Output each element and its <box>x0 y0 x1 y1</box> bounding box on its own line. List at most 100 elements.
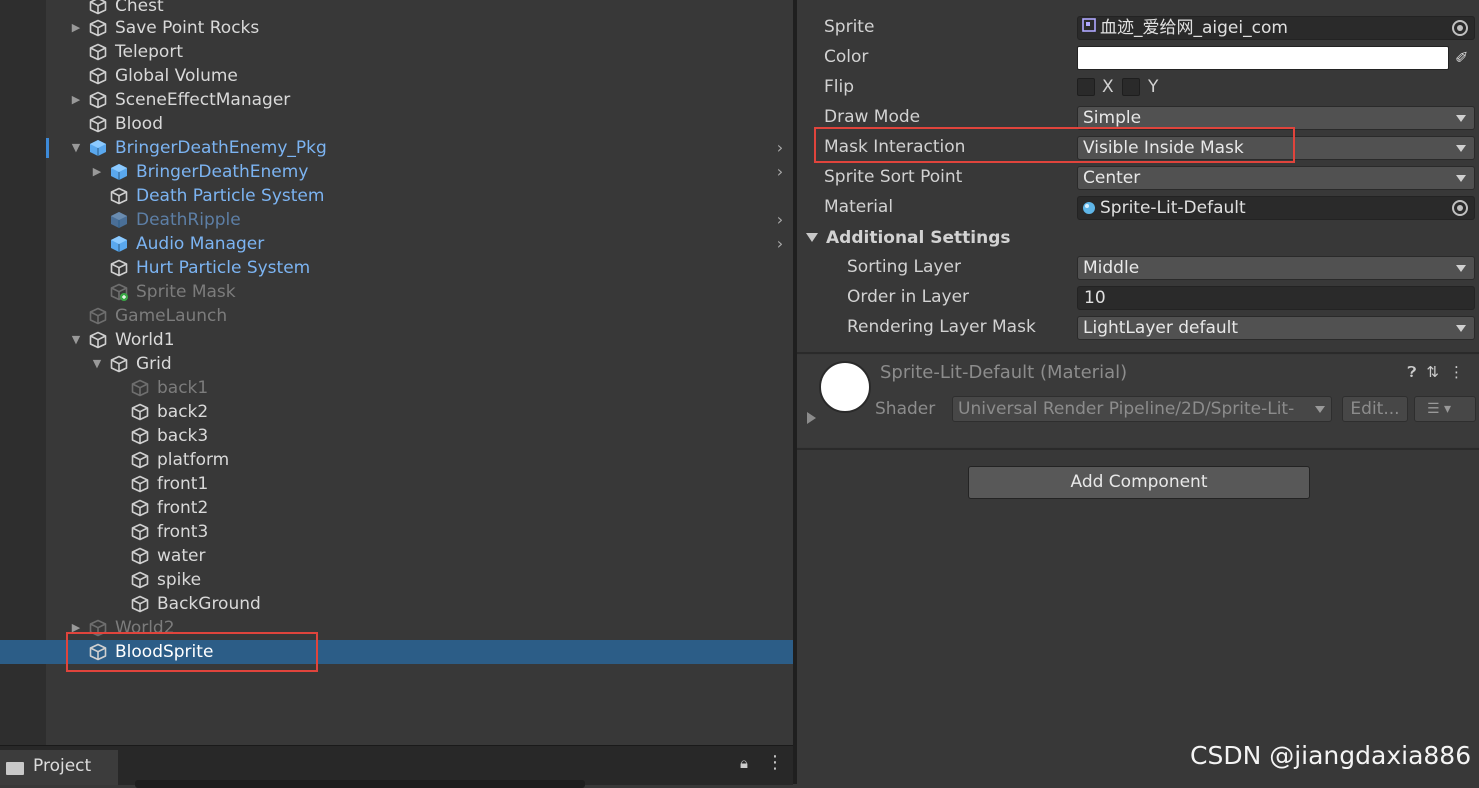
hierarchy-row[interactable]: Sprite Mask <box>0 280 793 304</box>
order-in-layer-input[interactable]: 10 <box>1077 286 1475 310</box>
component-separator <box>797 352 1479 354</box>
chevron-down-icon <box>1315 406 1325 413</box>
color-swatch[interactable] <box>1077 46 1449 70</box>
sorting-layer-dropdown[interactable]: Middle <box>1077 256 1475 280</box>
kebab-menu-icon[interactable]: ⋮ <box>766 752 784 773</box>
shader-dropdown[interactable]: Universal Render Pipeline/2D/Sprite-Lit- <box>952 396 1332 422</box>
foldout-expanded-icon[interactable]: ▼ <box>69 136 83 160</box>
gameobject-cube-icon <box>131 475 149 493</box>
kebab-menu-icon[interactable]: ⋮ <box>1449 363 1474 381</box>
hierarchy-row[interactable]: Audio Manager › <box>0 232 793 256</box>
flip-y-checkbox[interactable] <box>1122 78 1140 96</box>
hierarchy-row[interactable]: Hurt Particle System <box>0 256 793 280</box>
order-in-layer-label: Order in Layer <box>847 287 970 307</box>
flip-property: Flip X Y <box>797 72 1479 102</box>
gameobject-cube-icon <box>89 91 107 109</box>
foldout-collapsed-icon[interactable]: ▶ <box>90 160 104 184</box>
hierarchy-row-label: Teleport <box>115 42 183 62</box>
hierarchy-row-label: Blood <box>115 114 163 134</box>
shader-value: Universal Render Pipeline/2D/Sprite-Lit- <box>958 399 1295 419</box>
hierarchy-row[interactable]: platform <box>0 448 793 472</box>
foldout-expanded-icon[interactable]: ▼ <box>69 328 83 352</box>
gameobject-cube-icon <box>89 43 107 61</box>
hierarchy-row[interactable]: ▼ World1 <box>0 328 793 352</box>
hierarchy-row-label: Global Volume <box>115 66 238 86</box>
edit-shader-button[interactable]: Edit... <box>1342 396 1408 422</box>
foldout-collapsed-icon[interactable] <box>807 412 816 424</box>
component-header-icons[interactable]: ❓︎⇅⋮ <box>1407 363 1474 381</box>
hierarchy-row[interactable]: BloodSprite <box>0 640 793 664</box>
flip-y-label: Y <box>1148 77 1159 97</box>
hierarchy-row[interactable]: back2 <box>0 400 793 424</box>
project-search-strip[interactable] <box>135 780 585 788</box>
hierarchy-row[interactable]: Global Volume <box>0 64 793 88</box>
hierarchy-row[interactable]: GameLaunch <box>0 304 793 328</box>
hierarchy-row[interactable]: ▶ BringerDeathEnemy › <box>0 160 793 184</box>
chevron-right-icon[interactable]: › <box>773 136 787 160</box>
gameobject-cube-icon <box>131 547 149 565</box>
hierarchy-row[interactable]: Blood <box>0 112 793 136</box>
flip-x-checkbox[interactable] <box>1077 78 1095 96</box>
hierarchy-row[interactable]: ▶ World2 <box>0 616 793 640</box>
inspector-panel: Sprite 血迹_爱给网_aigei_com Color ✐ Flip X Y… <box>797 0 1479 784</box>
hierarchy-row[interactable]: Death Particle System <box>0 184 793 208</box>
shader-options-button[interactable]: ☰ ▾ <box>1414 396 1476 422</box>
foldout-expanded-icon[interactable]: ▼ <box>90 352 104 376</box>
hierarchy-row[interactable]: BackGround <box>0 592 793 616</box>
object-picker-icon[interactable] <box>1452 200 1468 216</box>
rendering-layer-mask-dropdown[interactable]: LightLayer default <box>1077 316 1475 340</box>
component-separator <box>797 448 1479 450</box>
hierarchy-row-label: GameLaunch <box>115 306 228 326</box>
hierarchy-row[interactable]: ▶ Save Point Rocks <box>0 16 793 40</box>
foldout-collapsed-icon[interactable]: ▶ <box>69 88 83 112</box>
additional-settings-header: Additional Settings <box>826 228 1011 248</box>
gameobject-cube-icon <box>89 331 107 349</box>
sprite-value: 血迹_爱给网_aigei_com <box>1100 18 1288 38</box>
hierarchy-row[interactable]: back3 <box>0 424 793 448</box>
additional-settings-foldout[interactable]: Additional Settings <box>797 223 1479 253</box>
prefab-cube-icon <box>110 235 128 253</box>
hierarchy-row-label: World1 <box>115 330 175 350</box>
hierarchy-row[interactable]: front3 <box>0 520 793 544</box>
help-icon[interactable]: ❓︎ <box>1407 363 1426 381</box>
hierarchy-row[interactable]: DeathRipple › <box>0 208 793 232</box>
hierarchy-row-label: Save Point Rocks <box>115 18 260 38</box>
draw-mode-value: Simple <box>1083 108 1142 128</box>
eyedropper-icon[interactable]: ✐ <box>1455 48 1468 67</box>
gameobject-cube-icon <box>89 19 107 37</box>
material-field[interactable]: Sprite-Lit-Default <box>1077 196 1475 220</box>
chevron-right-icon[interactable]: › <box>773 232 787 256</box>
draw-mode-property: Draw Mode Simple <box>797 102 1479 132</box>
foldout-collapsed-icon[interactable]: ▶ <box>69 16 83 40</box>
hierarchy-row[interactable]: back1 <box>0 376 793 400</box>
lock-icon[interactable]: 🔒︎ <box>740 754 754 772</box>
hierarchy-row[interactable]: ▶ SceneEffectManager <box>0 88 793 112</box>
foldout-collapsed-icon[interactable]: ▶ <box>69 616 83 640</box>
project-panel-bar: Project 🔒︎ ⋮ <box>0 745 793 788</box>
hierarchy-row[interactable]: ▼ Grid <box>0 352 793 376</box>
sprite-field[interactable]: 血迹_爱给网_aigei_com <box>1077 16 1475 40</box>
gameobject-cube-icon <box>131 595 149 613</box>
chevron-right-icon[interactable]: › <box>773 160 787 184</box>
hierarchy-row-label: water <box>157 546 206 566</box>
hierarchy-row[interactable]: spike <box>0 568 793 592</box>
hierarchy-row[interactable]: Teleport <box>0 40 793 64</box>
sprite-sort-point-dropdown[interactable]: Center <box>1077 166 1475 190</box>
material-component: Sprite-Lit-Default (Material) ❓︎⇅⋮ Shade… <box>797 355 1479 447</box>
mask-interaction-dropdown[interactable]: Visible Inside Mask <box>1077 136 1475 160</box>
hierarchy-row[interactable]: front2 <box>0 496 793 520</box>
hierarchy-row-label: front2 <box>157 498 209 518</box>
add-component-button[interactable]: Add Component <box>968 466 1310 499</box>
hierarchy-row[interactable]: ▼ BringerDeathEnemy_Pkg › <box>0 136 793 160</box>
chevron-down-icon <box>1456 265 1466 272</box>
tab-project[interactable]: Project <box>0 750 118 785</box>
hierarchy-row-label: SceneEffectManager <box>115 90 291 110</box>
presets-icon[interactable]: ⇅ <box>1426 363 1449 381</box>
hierarchy-row[interactable]: front1 <box>0 472 793 496</box>
sorting-layer-label: Sorting Layer <box>847 257 961 277</box>
hierarchy-row[interactable]: water <box>0 544 793 568</box>
draw-mode-dropdown[interactable]: Simple <box>1077 106 1475 130</box>
object-picker-icon[interactable] <box>1452 20 1468 36</box>
chevron-right-icon[interactable]: › <box>773 208 787 232</box>
gameobject-cube-icon <box>89 307 107 325</box>
